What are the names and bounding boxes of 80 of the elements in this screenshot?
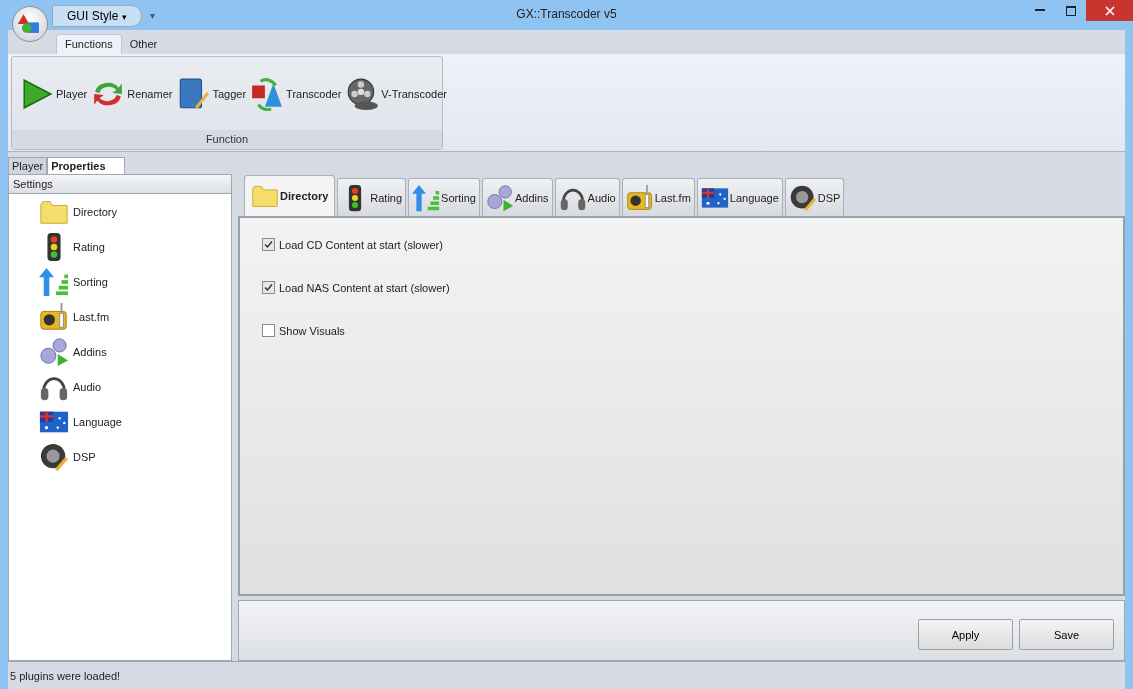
ribbon-button-label: Tagger xyxy=(212,87,247,100)
ribbon-button[interactable]: Transcoder xyxy=(248,76,344,111)
close-icon xyxy=(1104,5,1115,16)
sort-arrow-icon xyxy=(39,266,69,297)
option-label: Show Visuals xyxy=(279,324,345,337)
settings-item[interactable]: DSP xyxy=(9,439,231,474)
checkmark-icon xyxy=(264,240,273,249)
checkbox[interactable] xyxy=(262,324,275,337)
checkbox[interactable] xyxy=(262,281,275,294)
settings-item[interactable]: Sorting xyxy=(9,264,231,299)
gears-icon xyxy=(39,336,69,367)
customize-toolbar-button[interactable]: ▾ xyxy=(149,9,155,21)
status-text: 5 plugins were loaded! xyxy=(10,669,121,682)
maximize-icon xyxy=(1065,5,1076,16)
settings-tab[interactable]: Rating xyxy=(337,178,407,216)
settings-tab-label: DSP xyxy=(817,191,841,204)
checkmark-icon xyxy=(264,283,273,292)
settings-tab[interactable]: Directory xyxy=(244,175,336,216)
settings-tab[interactable]: Audio xyxy=(554,178,620,216)
settings-tab-label: Audio xyxy=(587,191,616,204)
settings-item[interactable]: Rating xyxy=(9,229,231,264)
gui-style-dropdown[interactable]: GUI Style ▾ xyxy=(52,5,142,27)
settings-item[interactable]: Language xyxy=(9,404,231,439)
settings-tab[interactable]: Sorting xyxy=(408,178,480,216)
settings-item-label: Audio xyxy=(73,380,102,393)
checkbox[interactable] xyxy=(262,238,275,251)
minimize-icon xyxy=(1034,9,1045,12)
ribbon-button-label: Player xyxy=(56,87,88,100)
settings-tab-label: Addins xyxy=(514,191,549,204)
settings-item[interactable]: Directory xyxy=(9,194,231,229)
ribbon-button-label: V-Transcoder xyxy=(381,87,447,100)
ribbon-button[interactable]: Renamer xyxy=(89,76,175,111)
settings-tab-label: Last.fm xyxy=(654,191,691,204)
gears-icon xyxy=(485,183,514,212)
option-checkbox[interactable]: Load NAS Content at start (slower) xyxy=(262,281,1101,294)
ribbon-button[interactable]: Player xyxy=(18,76,90,111)
settings-header: Settings xyxy=(9,175,231,194)
ribbon-button-label: Renamer xyxy=(127,87,173,100)
settings-tab[interactable]: Addins xyxy=(481,178,553,216)
action-button[interactable]: Apply xyxy=(918,619,1013,650)
settings-item-label: Sorting xyxy=(73,275,108,288)
settings-item-label: Addins xyxy=(73,345,107,358)
ribbon-tab[interactable]: Functions xyxy=(56,34,122,54)
option-checkbox[interactable]: Load CD Content at start (slower) xyxy=(262,238,1101,251)
play-icon xyxy=(20,76,54,111)
settings-item[interactable]: Addins xyxy=(9,334,231,369)
settings-tab-label: Rating xyxy=(370,191,403,204)
option-label: Load NAS Content at start (slower) xyxy=(279,281,450,294)
radio-icon xyxy=(625,183,654,212)
option-label: Load CD Content at start (slower) xyxy=(279,238,443,251)
window-title: GX::Transcoder v5 xyxy=(516,7,617,21)
ribbon-group-label: Function xyxy=(12,130,442,149)
option-checkbox[interactable]: Show Visuals xyxy=(262,324,1101,337)
application-menu-button[interactable] xyxy=(12,6,48,42)
shapes-arrows-icon xyxy=(250,76,285,111)
sort-arrow-icon xyxy=(412,183,441,212)
settings-tab-label: Language xyxy=(729,191,779,204)
ribbon-button[interactable]: V-Transcoder xyxy=(343,76,449,111)
action-button[interactable]: Save xyxy=(1019,619,1114,650)
settings-item-label: Rating xyxy=(73,240,105,253)
settings-tab[interactable]: DSP xyxy=(784,178,845,216)
settings-tab[interactable]: Last.fm xyxy=(621,178,695,216)
settings-item-label: Language xyxy=(73,415,122,428)
settings-item[interactable]: Last.fm xyxy=(9,299,231,334)
speaker-icon xyxy=(39,441,69,472)
dock-tab[interactable]: Player xyxy=(8,157,48,174)
radio-icon xyxy=(39,301,69,332)
speaker-icon xyxy=(788,183,817,212)
ribbon-button[interactable]: Tagger xyxy=(174,76,249,111)
settings-item-label: Last.fm xyxy=(73,310,110,323)
settings-tab[interactable]: Language xyxy=(696,178,783,216)
settings-tab-label: Directory xyxy=(280,190,329,202)
ribbon-tab[interactable]: Other xyxy=(121,35,166,54)
dock-tab[interactable]: Properties xyxy=(47,157,125,174)
ribbon-button-label: Transcoder xyxy=(286,87,342,100)
settings-item-label: Directory xyxy=(73,205,117,218)
settings-item[interactable]: Audio xyxy=(9,369,231,404)
film-reel-icon xyxy=(345,76,380,111)
settings-tab-label: Sorting xyxy=(441,191,476,204)
settings-item-label: DSP xyxy=(73,450,96,463)
